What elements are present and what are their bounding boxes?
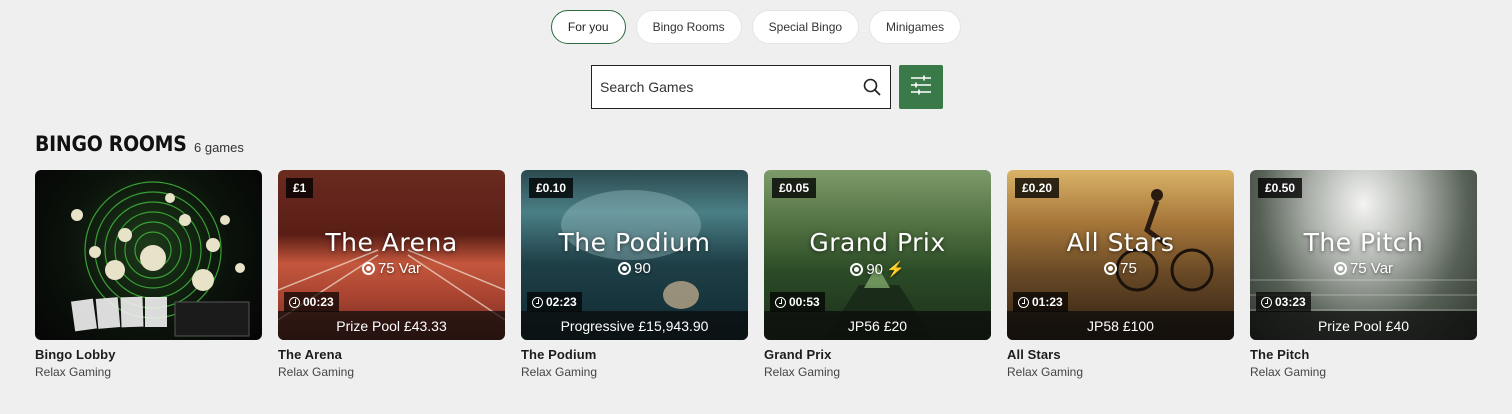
game-provider: Relax Gaming — [1250, 365, 1327, 379]
game-card-the-podium: £0.10 The Podium 90 02:23 Progressive £1… — [521, 170, 748, 379]
bingo-lobby-artwork — [71, 181, 250, 337]
game-name[interactable]: The Pitch — [1250, 347, 1477, 362]
game-provider: Relax Gaming — [1007, 365, 1084, 379]
search-input[interactable] — [600, 79, 862, 95]
jackpot-bar: Progressive £15,943.90 — [521, 311, 748, 340]
game-thumbnail[interactable]: £0.50 The Pitch 75 Var 03:23 Prize Pool … — [1250, 170, 1477, 340]
game-title-overlay: The Podium — [558, 228, 711, 257]
search-box[interactable] — [591, 65, 891, 109]
timer-value: 00:53 — [789, 295, 820, 309]
game-name[interactable]: Grand Prix — [764, 347, 991, 362]
tab-bingo-rooms[interactable]: Bingo Rooms — [635, 10, 742, 44]
countdown-timer: 03:23 — [1256, 292, 1311, 312]
balls-info: 75 Var — [278, 260, 505, 277]
timer-value: 01:23 — [1032, 295, 1063, 309]
timer-value: 02:23 — [546, 295, 577, 309]
balls-type: 75 — [1120, 260, 1137, 277]
game-card-bingo-lobby: Bingo Lobby Relax Gaming — [35, 170, 262, 379]
game-list: Bingo Lobby Relax Gaming £1 The Arena 75… — [35, 170, 1477, 379]
timer-value: 03:23 — [1275, 295, 1306, 309]
game-title-overlay: The Arena — [325, 228, 458, 257]
balls-type: 90 — [866, 260, 883, 278]
clock-icon — [532, 296, 543, 308]
countdown-timer: 00:53 — [770, 292, 825, 312]
tab-minigames[interactable]: Minigames — [869, 10, 962, 44]
lightning-icon: ⚡ — [886, 261, 905, 278]
game-thumbnail[interactable]: £1 The Arena 75 Var 00:23 Prize Pool £43… — [278, 170, 505, 340]
search-row — [591, 65, 943, 109]
game-card-grand-prix: £0.05 Grand Prix 90 ⚡ 00:53 JP56 £20 Gran… — [764, 170, 991, 379]
timer-value: 00:23 — [303, 295, 334, 309]
jackpot-bar: JP58 £100 — [1007, 311, 1234, 340]
game-card-all-stars: £0.20 All Stars 75 01:23 JP58 £100 All S… — [1007, 170, 1234, 379]
clock-icon — [1018, 296, 1029, 308]
tab-special-bingo[interactable]: Special Bingo — [751, 10, 860, 44]
game-thumbnail[interactable]: £0.20 All Stars 75 01:23 JP58 £100 — [1007, 170, 1234, 340]
search-icon[interactable] — [862, 77, 882, 97]
balls-info: 75 — [1007, 260, 1234, 277]
countdown-timer: 00:23 — [284, 292, 339, 312]
balls-type: 75 Var — [377, 260, 422, 277]
filter-button[interactable] — [899, 65, 943, 109]
game-thumbnail[interactable]: £0.10 The Podium 90 02:23 Progressive £1… — [521, 170, 748, 340]
sliders-icon — [910, 75, 932, 100]
clock-icon — [775, 296, 786, 308]
ball-icon — [618, 262, 632, 275]
countdown-timer: 02:23 — [527, 292, 582, 312]
clock-icon — [289, 296, 300, 308]
ball-icon — [850, 262, 864, 276]
game-provider: Relax Gaming — [764, 365, 841, 379]
ball-icon — [361, 262, 375, 275]
jackpot-bar: JP56 £20 — [764, 311, 991, 340]
game-title-overlay: All Stars — [1066, 228, 1175, 257]
clock-icon — [1261, 296, 1272, 308]
game-name[interactable]: All Stars — [1007, 347, 1234, 362]
jackpot-bar: Prize Pool £43.33 — [278, 311, 505, 340]
stake-badge: £0.10 — [529, 178, 574, 198]
game-provider: Relax Gaming — [521, 365, 598, 379]
game-thumbnail[interactable] — [35, 170, 262, 340]
game-thumbnail[interactable]: £0.05 Grand Prix 90 ⚡ 00:53 JP56 £20 — [764, 170, 991, 340]
game-card-the-pitch: £0.50 The Pitch 75 Var 03:23 Prize Pool … — [1250, 170, 1477, 379]
ball-icon — [1104, 262, 1118, 275]
ball-icon — [1333, 262, 1347, 275]
stake-badge: £0.50 — [1258, 178, 1303, 198]
tab-for-you[interactable]: For you — [550, 10, 626, 44]
game-card-the-arena: £1 The Arena 75 Var 00:23 Prize Pool £43… — [278, 170, 505, 379]
stake-badge: £0.05 — [772, 178, 817, 198]
section-title: BINGO ROOMS — [35, 132, 187, 156]
balls-type: 90 — [634, 260, 651, 277]
stake-badge: £0.20 — [1015, 178, 1060, 198]
balls-type: 75 Var — [1349, 260, 1394, 277]
stake-badge: £1 — [286, 178, 314, 198]
jackpot-bar: Prize Pool £40 — [1250, 311, 1477, 340]
game-title-overlay: The Pitch — [1303, 228, 1424, 257]
game-name[interactable]: The Podium — [521, 347, 748, 362]
game-title-overlay: Grand Prix — [809, 228, 946, 257]
game-provider: Relax Gaming — [35, 365, 112, 379]
category-tabs: For you Bingo Rooms Special Bingo Miniga… — [0, 10, 1512, 44]
game-name[interactable]: Bingo Lobby — [35, 347, 262, 362]
countdown-timer: 01:23 — [1013, 292, 1068, 312]
section-count: 6 games — [194, 140, 244, 155]
balls-info: 90 — [521, 260, 748, 277]
balls-info: 90 ⚡ — [764, 260, 991, 278]
game-name[interactable]: The Arena — [278, 347, 505, 362]
balls-info: 75 Var — [1250, 260, 1477, 277]
game-provider: Relax Gaming — [278, 365, 355, 379]
